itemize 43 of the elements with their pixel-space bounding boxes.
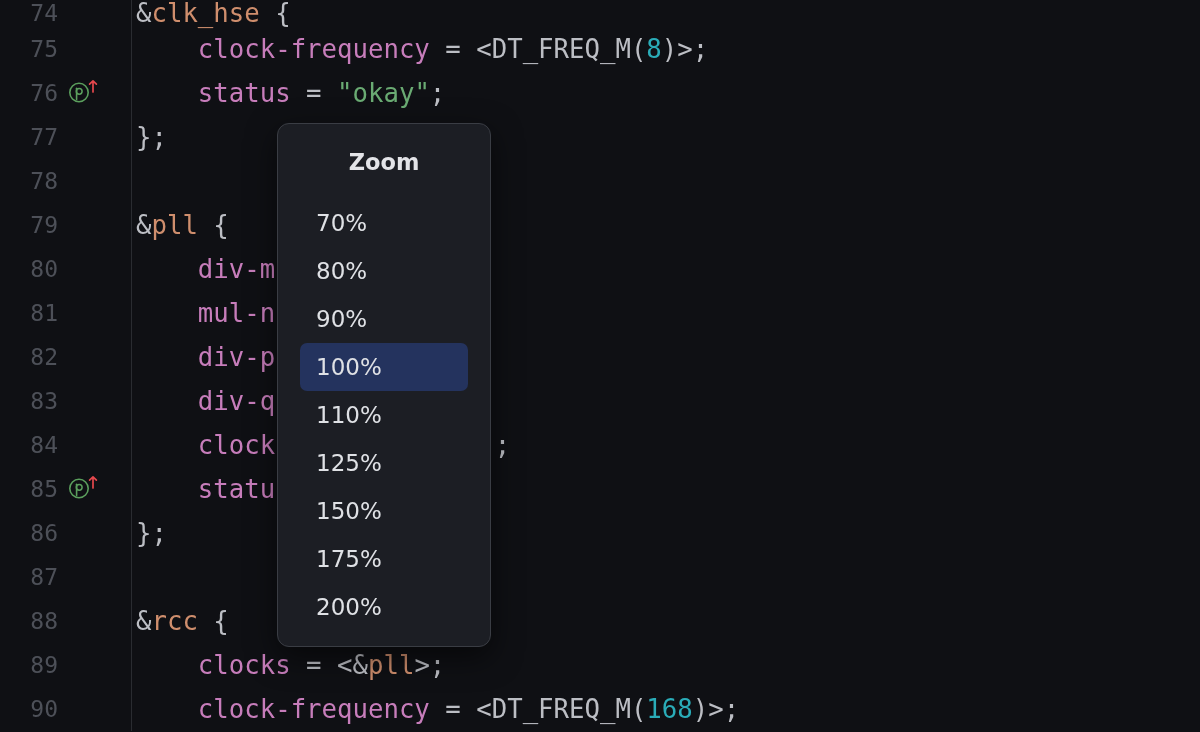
zoom-option[interactable]: 90%	[300, 295, 468, 343]
code-line: clocks = <&pll>;	[197, 650, 446, 680]
line-number: 76	[29, 79, 58, 107]
zoom-option[interactable]: 125%	[300, 439, 468, 487]
code-line: };	[136, 518, 167, 548]
code-fragment: ;	[494, 430, 511, 460]
zoom-option[interactable]: 110%	[300, 391, 468, 439]
line-number: 79	[29, 211, 58, 239]
code-line: status = "okay";	[197, 78, 446, 108]
code-line: div-p	[197, 342, 276, 372]
code-line: clock-frequency = <DT_FREQ_M(168)>;	[197, 694, 740, 724]
zoom-option[interactable]: 80%	[300, 247, 468, 295]
code-line: &clk_hse {	[136, 0, 291, 27]
code-line: statu	[197, 474, 276, 504]
line-number: 85	[29, 475, 58, 503]
line-number: 80	[29, 255, 58, 283]
code-line: &rcc {	[136, 606, 229, 636]
line-number: 84	[29, 431, 58, 459]
line-number: 78	[29, 167, 58, 195]
menu-title: Zoom	[348, 147, 420, 176]
code-line: &pll {	[136, 210, 229, 240]
line-number: 82	[29, 343, 58, 371]
code-line: clock-frequency = <DT_FREQ_M(8)>;	[197, 34, 709, 64]
line-number: 83	[29, 387, 58, 415]
line-number: 88	[29, 607, 58, 635]
code-line: clock	[197, 430, 276, 460]
code-line: mul-n	[197, 298, 276, 328]
line-number: 74	[29, 0, 58, 27]
zoom-option[interactable]: 150%	[300, 487, 468, 535]
zoom-option[interactable]: 175%	[300, 535, 468, 583]
line-number: 90	[29, 695, 58, 723]
line-number: 77	[29, 123, 58, 151]
code-line: };	[136, 122, 167, 152]
zoom-option[interactable]: 100%	[300, 343, 468, 391]
line-number: 81	[29, 299, 58, 327]
line-number: 86	[29, 519, 58, 547]
code-line: div-m	[197, 254, 276, 284]
line-number: 87	[29, 563, 58, 591]
zoom-option[interactable]: 70%	[300, 199, 468, 247]
zoom-option[interactable]: 200%	[300, 583, 468, 631]
line-number: 89	[29, 651, 58, 679]
line-number: 75	[29, 35, 58, 63]
code-line: div-q	[197, 386, 276, 416]
